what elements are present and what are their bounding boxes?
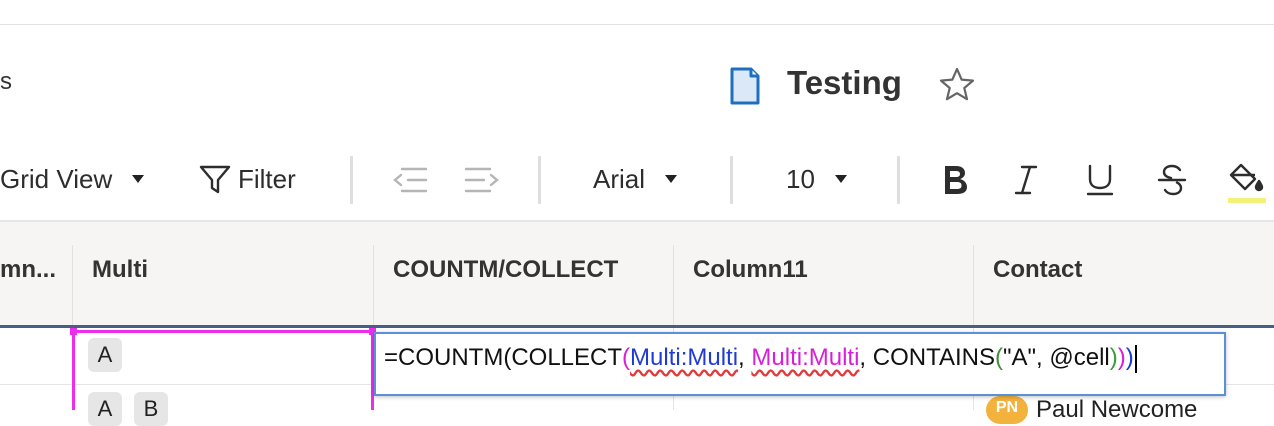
underline-icon[interactable]: [1084, 163, 1116, 197]
column-header-multi[interactable]: Multi: [74, 222, 374, 326]
sheet-icon: [730, 67, 760, 105]
toolbar-separator: [350, 156, 353, 204]
chevron-down-icon: [132, 175, 145, 183]
indent-icon[interactable]: [464, 165, 500, 195]
filter-button[interactable]: Filter: [198, 150, 296, 208]
column-divider[interactable]: [973, 245, 974, 326]
column-header[interactable]: mn...: [0, 222, 72, 326]
contact-avatar: PN: [986, 396, 1028, 424]
column-header-countm-collect[interactable]: COUNTM/COLLECT: [375, 222, 673, 326]
chevron-down-icon: [665, 175, 678, 183]
star-icon[interactable]: [938, 66, 976, 104]
italic-icon[interactable]: [1012, 163, 1040, 197]
column-divider[interactable]: [673, 245, 674, 326]
formula-paren: (: [994, 344, 1003, 371]
font-family-dropdown[interactable]: Arial: [593, 150, 678, 208]
text-cursor: [1134, 344, 1137, 373]
bold-icon[interactable]: [940, 163, 970, 197]
multi-chip: B: [134, 392, 168, 426]
breadcrumb[interactable]: s: [0, 68, 12, 96]
view-label: Grid View: [0, 163, 113, 194]
formula-paren: ): [1109, 344, 1118, 371]
column-header-column11[interactable]: Column11: [675, 222, 973, 326]
formula-function: , CONTAINS: [859, 344, 995, 371]
chevron-down-icon: [834, 175, 847, 183]
formula-paren: ): [1117, 344, 1126, 371]
contact-name: Paul Newcome: [1036, 396, 1198, 423]
multi-chip: A: [88, 392, 122, 426]
column-divider[interactable]: [373, 245, 374, 326]
filter-label: Filter: [238, 163, 296, 194]
selection-border: [72, 330, 75, 410]
toolbar-separator: [538, 156, 541, 204]
outdent-icon[interactable]: [392, 165, 428, 195]
formula-function: =COUNTM(COLLECT: [384, 344, 623, 371]
formula-paren: ): [1125, 344, 1134, 371]
formula-range-ref[interactable]: Multi:Multi: [751, 344, 859, 371]
formula-separator: ,: [738, 344, 752, 371]
formula-range-ref[interactable]: Multi:Multi: [630, 344, 738, 371]
toolbar-separator: [730, 156, 733, 204]
fill-color-swatch: [1228, 198, 1266, 203]
selection-border: [72, 330, 374, 333]
font-family-value: Arial: [593, 163, 646, 194]
top-divider: [0, 24, 1274, 25]
sheet-title: Testing: [787, 64, 902, 101]
strikethrough-icon[interactable]: [1156, 163, 1188, 197]
formula-paren: (: [622, 344, 631, 371]
filter-icon: [199, 165, 231, 194]
column-header-contact[interactable]: Contact: [975, 222, 1274, 326]
selection-handle[interactable]: [70, 328, 77, 335]
toolbar-separator: [897, 156, 900, 204]
font-size-value: 10: [786, 163, 815, 194]
fill-color-icon[interactable]: [1228, 161, 1266, 195]
multi-chip: A: [88, 338, 122, 372]
font-size-dropdown[interactable]: 10: [786, 150, 847, 208]
formula-args: "A", @cell: [1002, 344, 1110, 371]
view-dropdown[interactable]: Grid View: [0, 150, 145, 208]
column-divider[interactable]: [72, 245, 73, 326]
formula-editor[interactable]: =COUNTM(COLLECT(Multi:Multi, Multi:Multi…: [374, 332, 1226, 396]
header-bottom-rule: [0, 325, 1274, 328]
